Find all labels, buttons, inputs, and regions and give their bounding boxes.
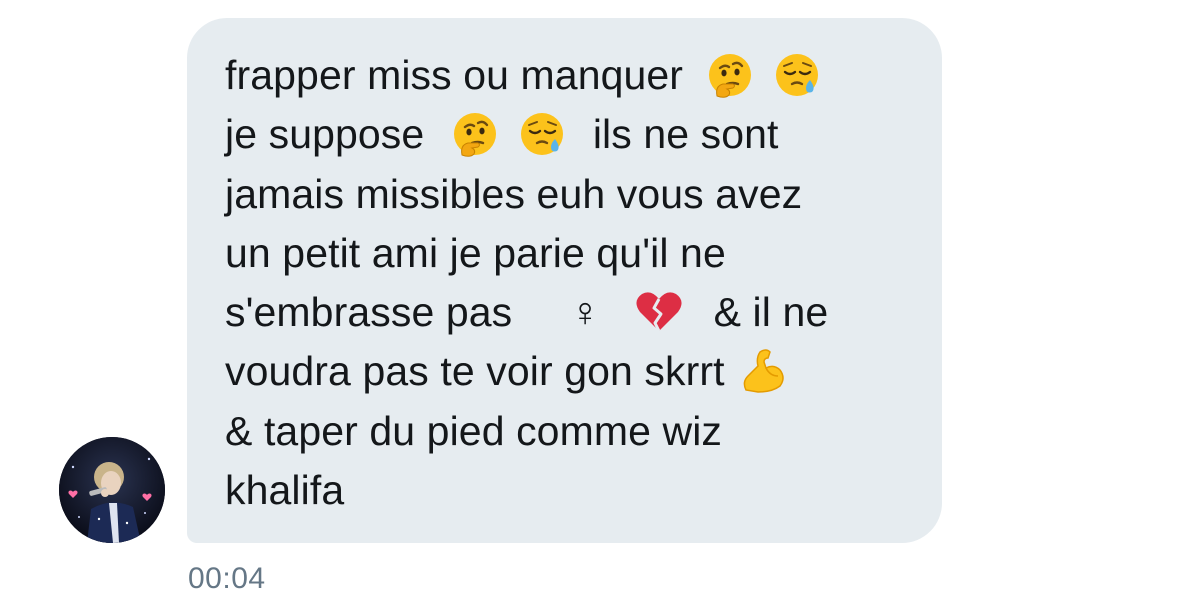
sleepy-face-icon (772, 50, 822, 100)
message-text: un petit ami je parie qu'il ne (225, 230, 726, 276)
message-text: ils ne sont (592, 111, 779, 157)
thinking-face-icon (705, 50, 755, 100)
message-line: khalifa (225, 464, 344, 516)
message-line: je suppose ils ne sont (225, 108, 779, 160)
message-line: & taper du pied comme wiz (225, 405, 722, 457)
broken-heart-icon (634, 287, 684, 337)
message-text: jamais missibles euh vous avez (225, 171, 803, 217)
message-line: jamais missibles euh vous avez (225, 168, 802, 220)
avatar-image (59, 437, 165, 543)
thinking-face-icon (450, 109, 500, 159)
dm-conversation: frapper miss ou manquer je suppose ils n… (0, 0, 1200, 612)
message-text: voudra pas te voir gon skrrt (225, 348, 725, 394)
avatar[interactable] (59, 437, 165, 543)
message-text: je suppose (225, 111, 425, 157)
message-text: s'embrasse pas (225, 289, 513, 335)
flexed-biceps-icon (738, 346, 788, 396)
message-text: & taper du pied comme wiz (225, 408, 723, 454)
sleepy-face-icon (517, 109, 567, 159)
female-sign-glyph: ♀ (569, 289, 601, 335)
message-text: & il ne (713, 289, 829, 335)
message-text: frapper miss ou manquer (225, 52, 684, 98)
message-line: un petit ami je parie qu'il ne (225, 227, 726, 279)
message-line: frapper miss ou manquer (225, 49, 822, 101)
message-line: voudra pas te voir gon skrrt (225, 345, 788, 397)
message-timestamp: 00:04 (188, 562, 266, 595)
message-line: s'embrasse pas ♀ & il ne (225, 286, 828, 338)
message-text: khalifa (225, 467, 345, 513)
message-bubble[interactable]: frapper miss ou manquer je suppose ils n… (187, 18, 942, 543)
